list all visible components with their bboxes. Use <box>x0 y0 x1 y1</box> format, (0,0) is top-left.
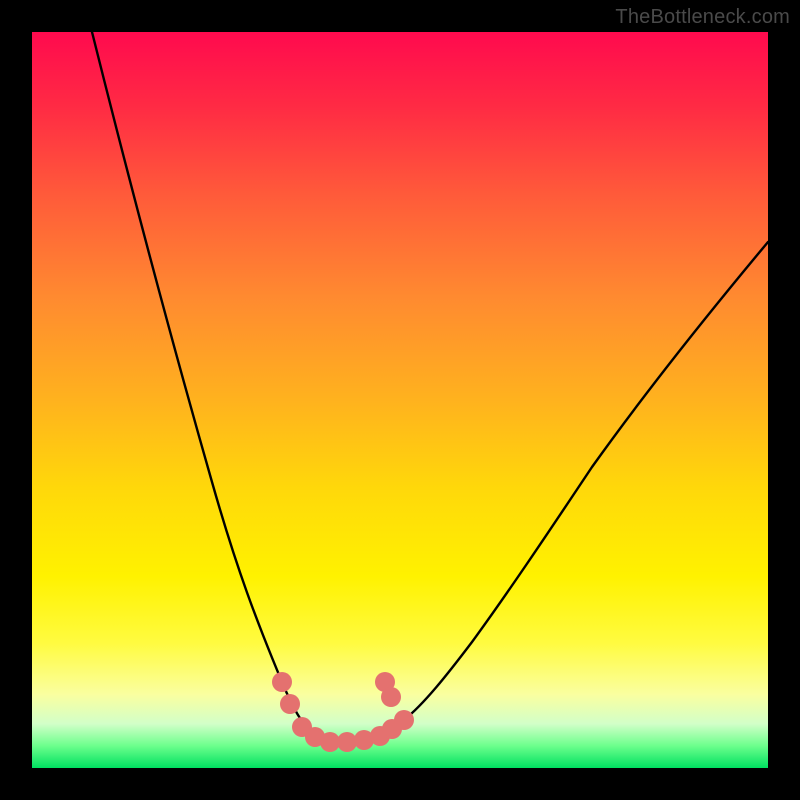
plot-area <box>32 32 768 768</box>
watermark-text: TheBottleneck.com <box>615 6 790 29</box>
highlight-dots <box>272 672 414 752</box>
chart-frame: TheBottleneck.com <box>0 0 800 800</box>
bottleneck-curve <box>92 32 768 743</box>
curve-layer <box>32 32 768 768</box>
